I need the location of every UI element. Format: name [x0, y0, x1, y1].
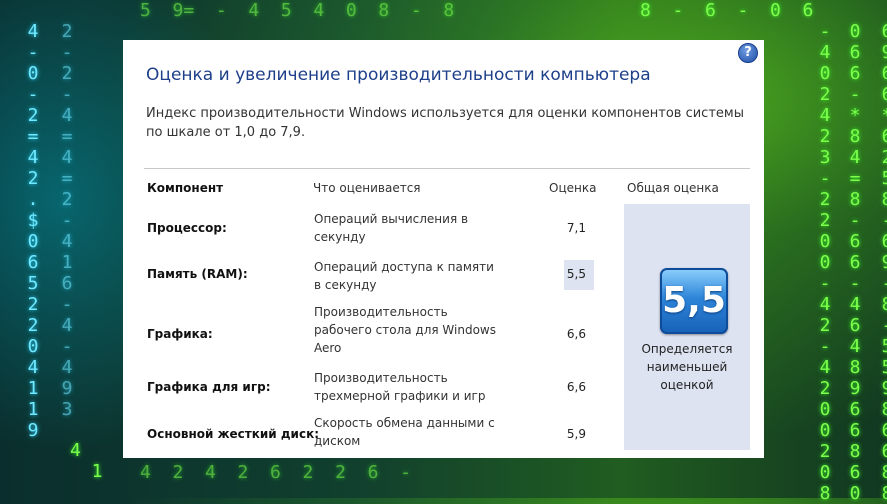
row-score: 5,5	[566, 267, 586, 281]
row-component: Графика для игр:	[147, 380, 271, 394]
matrix-decoration: 6 9 6 6 * 6 2 5 8 - 6 9 - 8 - 5 5 9 8 6 …	[860, 0, 887, 504]
matrix-decoration: 4 - 0 - 2 = 4 2 . $ 0 6 5 2 2 0 4 1 1 9	[27, 21, 39, 441]
row-component: Основной жесткий диск:	[147, 427, 320, 441]
row-description: Операций доступа к памяти в секунду	[314, 260, 494, 292]
overall-score-note: Определяется наименьшей оценкой	[641, 342, 733, 392]
matrix-decoration: 4 1	[70, 440, 103, 482]
performance-panel: ? Оценка и увеличение производительности…	[123, 40, 764, 458]
matrix-decoration: 4 2 4 2 6 2 2 6 -	[140, 462, 411, 483]
help-icon[interactable]: ?	[738, 43, 758, 63]
header-what: Что оценивается	[313, 181, 421, 195]
matrix-decoration: 5 9= - 4 5 4 0 8 - 8	[140, 0, 455, 21]
row-score: 5,9	[566, 427, 586, 441]
divider	[144, 168, 750, 169]
header-component: Компонент	[147, 181, 224, 195]
matrix-decoration: - 4 0 2 4 2 3 - 2 2 0 0 - 4 2 - 4 2 0 0 …	[819, 21, 831, 504]
score-table: Процессор: Операций вычисления в секунду…	[144, 204, 750, 450]
matrix-decoration: 8 - 6 - 0 6	[640, 0, 814, 21]
row-component: Графика:	[147, 327, 213, 341]
row-component: Память (RAM):	[147, 267, 248, 281]
row-component: Процессор:	[147, 221, 227, 235]
row-description: Производительность рабочего стола для Wi…	[314, 305, 496, 355]
overall-score-badge: 5,5	[660, 268, 728, 334]
matrix-decoration: 0 6 6 - * 8 4 = 8 - 6 6 - 4 6 4 8 9 6 6 …	[849, 21, 861, 504]
row-score: 6,6	[566, 327, 586, 341]
description-text: Индекс производительности Windows исполь…	[146, 106, 744, 140]
page-title: Оценка и увеличение производительности к…	[146, 65, 651, 85]
row-description: Операций вычисления в секунду	[314, 212, 469, 244]
matrix-decoration: 2 - 2 - 4 = 4 = 2 - 4 1 6 - 4 - 4 9 3	[61, 21, 73, 420]
row-score: 7,1	[566, 221, 586, 235]
header-overall: Общая оценка	[627, 181, 719, 195]
row-description: Скорость обмена данными с диском	[314, 416, 495, 448]
row-description: Производительность трехмерной графики и …	[314, 371, 486, 403]
row-score: 6,6	[566, 380, 586, 394]
header-score: Оценка	[549, 181, 597, 195]
